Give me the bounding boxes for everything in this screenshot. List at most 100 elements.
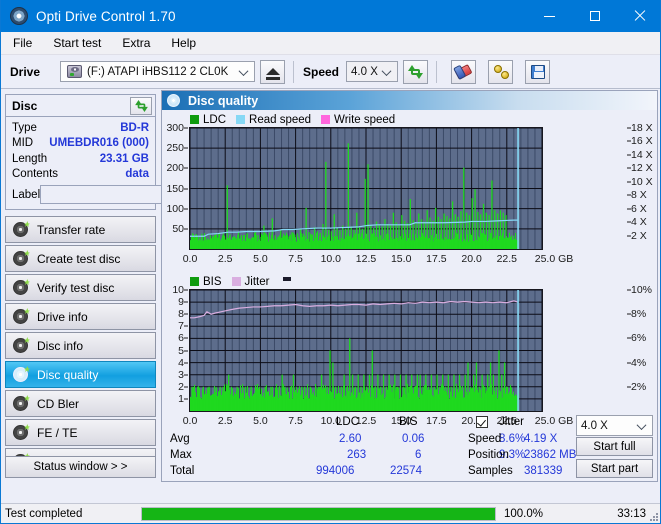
status-bar: Test completed 100.0% 33:13 [1, 503, 660, 523]
floppy-disk-icon [531, 65, 545, 79]
key-button[interactable] [488, 60, 513, 84]
drive-label: Drive [10, 65, 60, 79]
eject-button[interactable] [260, 60, 285, 84]
bis-y-axis-right: 2%4%6%8%10% [627, 289, 657, 414]
close-button[interactable] [617, 0, 661, 32]
stats-row-avg-ldc: 2.60 [339, 433, 361, 445]
disc-row-length-key: Length [12, 153, 47, 165]
save-button[interactable] [525, 60, 550, 84]
menu-item-help[interactable]: Help [162, 34, 205, 52]
status-window-wrap: Status window > > [5, 456, 156, 478]
disc-row-length: Length 23.31 GB [12, 151, 149, 167]
stats-row-avg-bis: 0.06 [402, 433, 424, 445]
status-text: Test completed [5, 508, 141, 520]
legend-label-bis: BIS [203, 276, 222, 288]
sidebar-item-disc-info[interactable]: Disc info [5, 332, 156, 359]
sidebar-item-label: FE / TE [37, 426, 77, 440]
speed-stat-label: Speed [468, 433, 501, 445]
samples-stat-label: Samples [468, 465, 513, 477]
start-full-button[interactable]: Start full [576, 437, 653, 456]
sidebar-nav: Transfer rate Create test disc Verify te… [5, 216, 156, 475]
sidebar-item-verify-test-disc[interactable]: Verify test disc [5, 274, 156, 301]
speed-select[interactable]: 4.0 X [346, 61, 398, 82]
menu-item-extra[interactable]: Extra [113, 34, 159, 52]
disc-quality-header: Disc quality [162, 91, 657, 110]
progress-percent: 100.0% [504, 508, 566, 520]
ldc-y-axis-right: 2 X4 X6 X8 X10 X12 X14 X16 X18 X [627, 127, 657, 252]
toolbar-divider-2 [436, 61, 437, 83]
sidebar-item-create-test-disc[interactable]: Create test disc [5, 245, 156, 272]
drive-select[interactable]: (F:) ATAPI iHBS112 2 CL0K [60, 61, 255, 82]
disc-refresh-button[interactable] [130, 97, 152, 115]
stats-row-total-name: Total [170, 465, 194, 477]
test-speed-select[interactable]: 4.0 X [576, 415, 653, 436]
window-title: Opti Drive Control 1.70 [36, 9, 176, 24]
maximize-button[interactable] [572, 0, 617, 32]
drive-select-value: (F:) ATAPI iHBS112 2 CL0K [87, 66, 228, 78]
stats-header-ldc: LDC [336, 416, 359, 428]
legend-label-ldc: LDC [203, 114, 226, 126]
sidebar-item-drive-info[interactable]: Drive info [5, 303, 156, 330]
disc-test-icon [13, 425, 28, 440]
sidebar-item-label: Drive info [37, 310, 88, 324]
menu-item-start-test[interactable]: Start test [44, 34, 110, 52]
stats-row-max-ldc: 263 [347, 449, 366, 461]
disc-test-icon [13, 367, 28, 382]
menu-bar: File Start test Extra Help [1, 32, 661, 55]
ldc-y-axis-left: 50100150200250300 [162, 127, 188, 252]
toolbar-divider-1 [293, 61, 294, 83]
legend-label-read-speed: Read speed [249, 114, 311, 126]
progress-bar-fill [142, 508, 495, 520]
disc-row-length-value: 23.31 GB [100, 153, 149, 165]
sidebar-item-label: Disc quality [37, 368, 98, 382]
stats-header-bis: BIS [399, 416, 418, 428]
refresh-icon [135, 100, 148, 112]
disc-row-mid: MID UMEBDR016 (000) [12, 136, 149, 152]
sidebar-item-label: CD Bler [37, 397, 79, 411]
disc-row-mid-key: MID [12, 137, 33, 149]
sidebar-item-fe-te[interactable]: FE / TE [5, 419, 156, 446]
test-speed-value: 4.0 X [581, 420, 608, 432]
legend-label-jitter: Jitter [245, 276, 270, 288]
speed-stat-value: 4.19 X [524, 433, 557, 445]
eject-icon [266, 68, 280, 75]
jitter-checkbox[interactable] [476, 416, 488, 428]
disc-row-mid-value: UMEBDR016 (000) [49, 137, 149, 149]
sidebar-item-disc-quality[interactable]: Disc quality [5, 361, 156, 388]
disc-label-key: Label [12, 189, 40, 201]
app-disc-icon [10, 7, 28, 25]
ldc-chart: LDC Read speed Write speed 5010015020025… [162, 112, 657, 267]
progress-bar [141, 507, 496, 521]
legend-label-write-speed: Write speed [334, 114, 395, 126]
chevron-down-icon [382, 66, 392, 76]
disc-test-icon [13, 222, 28, 237]
erase-button[interactable] [451, 60, 476, 84]
stats-row-total-ldc: 994006 [316, 465, 354, 477]
start-part-button[interactable]: Start part [576, 459, 653, 478]
sidebar-item-label: Verify test disc [37, 281, 114, 295]
status-window-button[interactable]: Status window > > [5, 456, 156, 478]
bis-y-axis-left: 12345678910 [162, 289, 188, 414]
refresh-button[interactable] [403, 60, 428, 84]
elapsed-time: 33:13 [617, 508, 646, 520]
disc-test-icon [13, 309, 28, 324]
sidebar-item-cd-bler[interactable]: CD Bler [5, 390, 156, 417]
key-icon [493, 65, 509, 79]
disc-panel-title: Disc [12, 99, 37, 113]
legend-swatch-jitter [232, 277, 241, 286]
disc-row-type-value: BD-R [120, 122, 149, 134]
resize-grip-icon [648, 511, 658, 521]
samples-stat-value: 381339 [524, 465, 562, 477]
disc-row-contents: Contents data [12, 167, 149, 183]
disc-test-icon [13, 280, 28, 295]
ldc-plot-area [189, 127, 543, 250]
bis-plot-area [189, 289, 543, 412]
disc-panel: Disc Type BD-R MID UMEBDR016 (000) Lengt… [5, 94, 156, 210]
minimize-button[interactable] [527, 0, 572, 32]
position-stat-value: 23862 MB [524, 449, 576, 461]
sidebar-item-label: Create test disc [37, 252, 120, 266]
menu-item-file[interactable]: File [4, 34, 41, 52]
jitter-label: Jitter [499, 416, 524, 428]
disc-quality-icon [167, 94, 180, 107]
sidebar-item-transfer-rate[interactable]: Transfer rate [5, 216, 156, 243]
